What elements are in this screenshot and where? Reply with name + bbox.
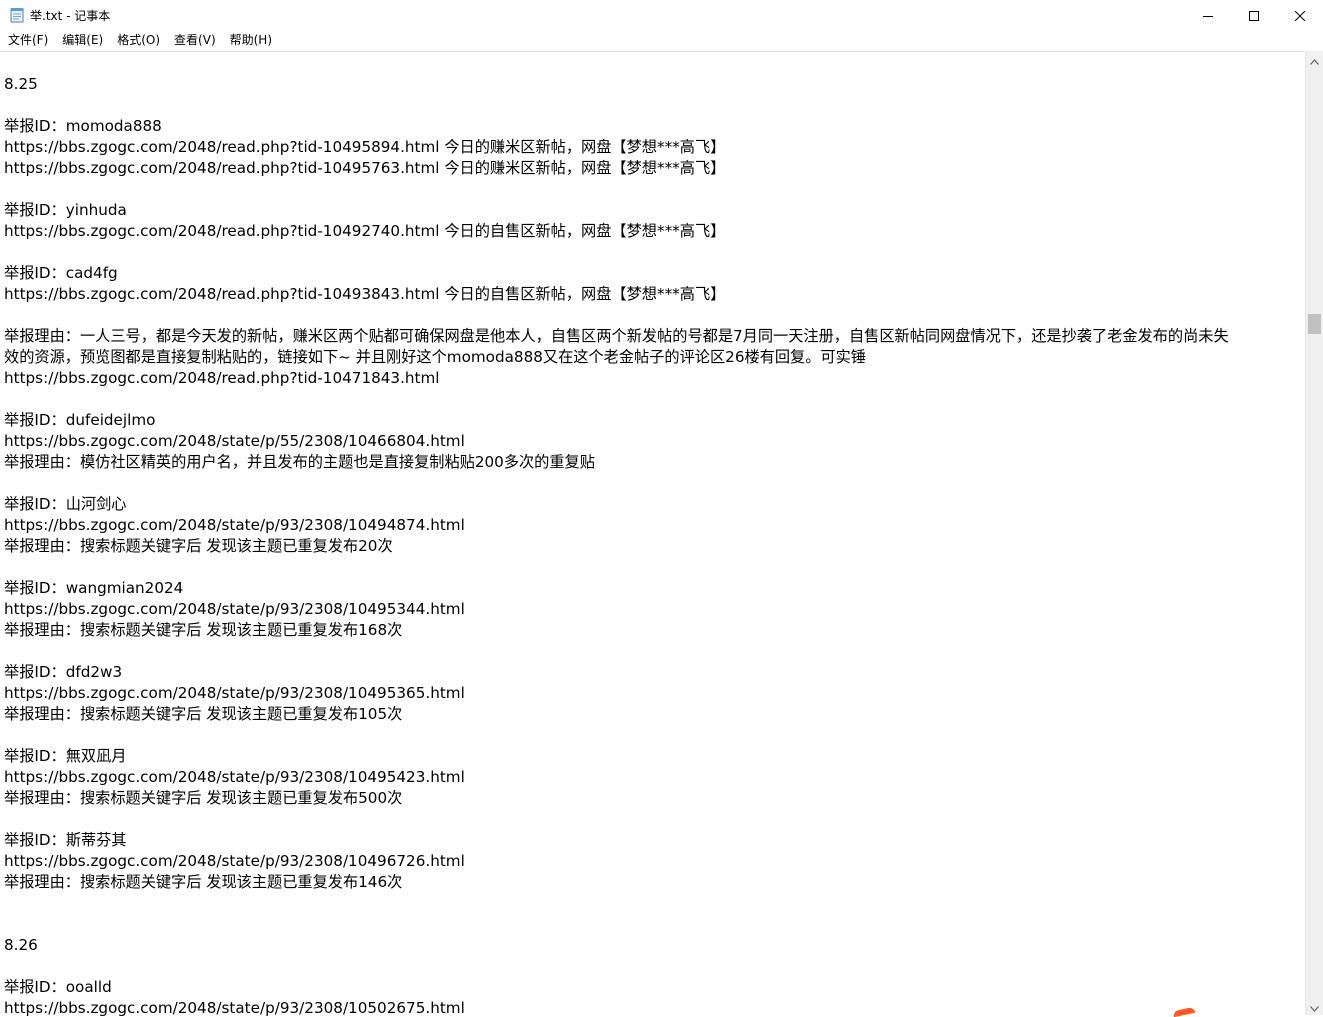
text-line bbox=[4, 305, 1306, 326]
text-line: 8.25 bbox=[4, 75, 38, 93]
document-text: 8.25 举报ID：momoda888 https://bbs.zgogc.com… bbox=[4, 74, 1306, 1016]
text-line: 举报理由：一人三号，都是今天发的新帖，赚米区两个贴都可确保网盘是他本人，自售区两… bbox=[4, 327, 1229, 345]
text-line: 举报理由：搜索标题关键字后 发现该主题已重复发布168次 bbox=[4, 621, 403, 639]
menu-file[interactable]: 文件(F) bbox=[0, 30, 55, 50]
text-line: 举报ID：dfd2w3 bbox=[4, 663, 123, 681]
scroll-thumb[interactable] bbox=[1308, 313, 1321, 334]
chevron-up-icon bbox=[1310, 50, 1319, 69]
text-line: 举报ID：yinhuda bbox=[4, 201, 127, 219]
scroll-down-button[interactable] bbox=[1306, 998, 1323, 1015]
maximize-icon bbox=[1249, 6, 1259, 25]
title-bar[interactable]: 举.txt - 记事本 bbox=[0, 0, 1323, 30]
menu-view[interactable]: 查看(V) bbox=[167, 30, 223, 50]
text-line: https://bbs.zgogc.com/2048/state/p/93/23… bbox=[4, 999, 465, 1016]
text-line bbox=[4, 389, 1306, 410]
text-line: 举报理由：搜索标题关键字后 发现该主题已重复发布105次 bbox=[4, 705, 403, 723]
minimize-button[interactable] bbox=[1185, 0, 1231, 30]
text-line: 举报理由：搜索标题关键字后 发现该主题已重复发布146次 bbox=[4, 873, 403, 891]
minimize-icon bbox=[1203, 6, 1213, 25]
text-line bbox=[4, 641, 1306, 662]
text-line: https://bbs.zgogc.com/2048/state/p/93/23… bbox=[4, 516, 465, 534]
text-line: https://bbs.zgogc.com/2048/read.php?tid-… bbox=[4, 285, 726, 303]
text-line: https://bbs.zgogc.com/2048/read.php?tid-… bbox=[4, 159, 726, 177]
vertical-scrollbar[interactable] bbox=[1305, 51, 1323, 1015]
window-title: 举.txt - 记事本 bbox=[30, 8, 111, 23]
text-line bbox=[4, 179, 1306, 200]
text-line: https://bbs.zgogc.com/2048/state/p/93/23… bbox=[4, 600, 465, 618]
menu-format[interactable]: 格式(O) bbox=[110, 30, 167, 50]
text-line: 举报ID：無双凪月 bbox=[4, 747, 127, 765]
text-line: 效的资源，预览图都是直接复制粘贴的，链接如下~ 并且刚好这个momoda888又… bbox=[4, 348, 866, 366]
chevron-down-icon bbox=[1310, 997, 1319, 1016]
text-line: 举报ID：斯蒂芬其 bbox=[4, 831, 127, 849]
text-line: https://bbs.zgogc.com/2048/state/p/93/23… bbox=[4, 768, 465, 786]
text-line bbox=[4, 725, 1306, 746]
text-line: 举报ID：ooalld bbox=[4, 978, 112, 996]
scroll-up-button[interactable] bbox=[1306, 51, 1323, 68]
text-line: 举报理由：模仿社区精英的用户名，并且发布的主题也是直接复制粘贴200多次的重复贴 bbox=[4, 453, 595, 471]
text-line: 8.26 bbox=[4, 936, 38, 954]
maximize-button[interactable] bbox=[1231, 0, 1277, 30]
close-icon bbox=[1294, 6, 1306, 25]
text-line: https://bbs.zgogc.com/2048/read.php?tid-… bbox=[4, 222, 726, 240]
text-line: 举报ID：山河剑心 bbox=[4, 495, 127, 513]
text-line bbox=[4, 242, 1306, 263]
text-line: https://bbs.zgogc.com/2048/state/p/93/23… bbox=[4, 852, 465, 870]
text-line bbox=[4, 914, 1306, 935]
text-line: https://bbs.zgogc.com/2048/state/p/55/23… bbox=[4, 432, 465, 450]
text-line: 举报理由：搜索标题关键字后 发现该主题已重复发布500次 bbox=[4, 789, 403, 807]
text-line: 举报ID：wangmian2024 bbox=[4, 579, 184, 597]
menu-help[interactable]: 帮助(H) bbox=[223, 30, 279, 50]
text-line bbox=[4, 557, 1306, 578]
text-line: https://bbs.zgogc.com/2048/read.php?tid-… bbox=[4, 138, 726, 156]
text-line: 举报理由：搜索标题关键字后 发现该主题已重复发布20次 bbox=[4, 537, 393, 555]
menu-bar: 文件(F) 编辑(E) 格式(O) 查看(V) 帮助(H) bbox=[0, 30, 1323, 50]
text-line: https://bbs.zgogc.com/2048/read.php?tid-… bbox=[4, 369, 440, 387]
window-controls bbox=[1185, 0, 1323, 30]
text-line: 举报ID：momoda888 bbox=[4, 117, 162, 135]
text-line bbox=[4, 95, 1306, 116]
text-line bbox=[4, 893, 1306, 914]
text-line: https://bbs.zgogc.com/2048/state/p/93/23… bbox=[4, 684, 465, 702]
menu-edit[interactable]: 编辑(E) bbox=[55, 30, 110, 50]
text-editor-area[interactable]: 8.25 举报ID：momoda888 https://bbs.zgogc.com… bbox=[0, 51, 1306, 1016]
text-line bbox=[4, 473, 1306, 494]
text-line bbox=[4, 809, 1306, 830]
text-line: 举报ID：dufeidejlmo bbox=[4, 411, 156, 429]
text-line: 举报ID：cad4fg bbox=[4, 264, 118, 282]
text-line bbox=[4, 956, 1306, 977]
notepad-icon bbox=[10, 7, 24, 23]
close-button[interactable] bbox=[1277, 0, 1323, 30]
